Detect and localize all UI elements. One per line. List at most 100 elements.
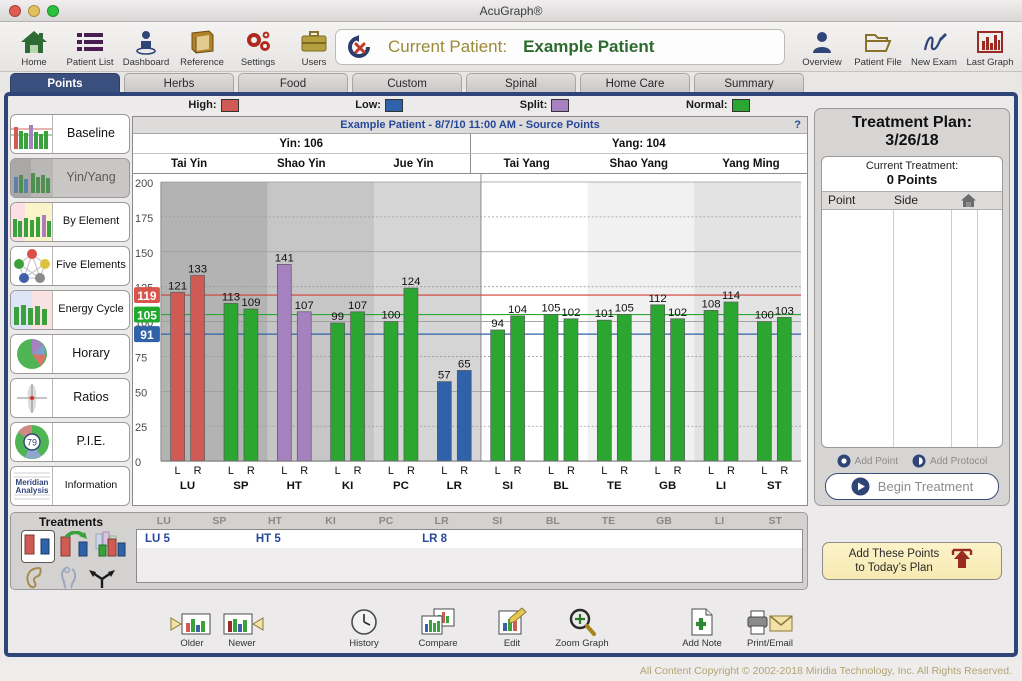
bar-value-label: 105 bbox=[615, 303, 634, 315]
bar-TE-R[interactable] bbox=[616, 314, 632, 462]
bar-BL-L[interactable] bbox=[543, 314, 559, 462]
tab-spinal[interactable]: Spinal bbox=[466, 73, 576, 94]
bar-KI-L[interactable] bbox=[330, 322, 345, 462]
meridian-label-ST: ST bbox=[767, 480, 782, 492]
toolbar-item-home[interactable]: Home bbox=[6, 26, 62, 68]
sidebar-item-baseline[interactable]: Baseline bbox=[10, 114, 130, 154]
bar-SP-L[interactable] bbox=[223, 303, 239, 462]
bar-LR-L[interactable] bbox=[436, 381, 452, 462]
bar-PC-L[interactable] bbox=[383, 321, 399, 462]
treatments-cell: HT 5 bbox=[255, 533, 281, 545]
tab-custom[interactable]: Custom bbox=[352, 73, 462, 94]
sidebar-item-by-element[interactable]: By Element bbox=[10, 202, 130, 242]
add-point-button[interactable]: Add Point bbox=[837, 454, 898, 468]
bottom-button-edit[interactable]: Edit bbox=[482, 607, 542, 649]
bar-GB-L[interactable] bbox=[650, 304, 666, 462]
add-protocol-button[interactable]: Add Protocol bbox=[912, 454, 987, 468]
current-treatment-label: Current Treatment: bbox=[865, 159, 959, 172]
treatment-plan-date: 3/26/18 bbox=[885, 132, 939, 150]
bar-PC-R[interactable] bbox=[403, 287, 419, 462]
tab-food[interactable]: Food bbox=[238, 73, 348, 94]
two-bars-icon[interactable] bbox=[21, 530, 55, 563]
add-these-points-button[interactable]: Add These Points to Today’s Plan bbox=[822, 542, 1002, 580]
spine-icon[interactable] bbox=[54, 566, 82, 595]
bar-LI-L[interactable] bbox=[703, 310, 719, 462]
bottom-button-compare[interactable]: Compare bbox=[408, 607, 468, 649]
balance-arrow-icon[interactable] bbox=[60, 530, 90, 562]
sub-header-tai-yin: Tai Yin bbox=[170, 157, 208, 170]
begin-treatment-button[interactable]: Begin Treatment bbox=[825, 473, 999, 500]
bar-LI-R[interactable] bbox=[723, 301, 739, 462]
bottom-button-newer[interactable]: Newer bbox=[212, 607, 272, 649]
tab-herbs[interactable]: Herbs bbox=[124, 73, 234, 94]
treatment-plan-rows[interactable] bbox=[822, 209, 1002, 447]
current-patient-box[interactable]: Current Patient: Example Patient bbox=[335, 29, 785, 65]
tab-points[interactable]: Points bbox=[10, 73, 120, 94]
toolbar-item-patient-file[interactable]: Patient File bbox=[850, 26, 906, 68]
sidebar-item-yin-yang[interactable]: Yin/Yang bbox=[10, 158, 130, 198]
toolbar-item-reference[interactable]: Reference bbox=[174, 26, 230, 68]
bar-value-label: 112 bbox=[649, 293, 667, 305]
bar-HT-L[interactable] bbox=[276, 263, 292, 462]
bar-ST-L[interactable] bbox=[757, 321, 772, 462]
legend-item-split: Split: bbox=[520, 98, 570, 112]
toolbar-item-users[interactable]: Users bbox=[286, 26, 342, 68]
bar-LU-R[interactable] bbox=[190, 275, 205, 462]
bar-TE-L[interactable] bbox=[597, 319, 612, 462]
sidebar-item-five-elements[interactable]: Five Elements bbox=[10, 246, 130, 286]
multi-bars-icon[interactable] bbox=[95, 531, 129, 562]
pie-thumb: 79 bbox=[11, 423, 53, 461]
bottom-button-print-email[interactable]: Print/Email bbox=[740, 607, 800, 649]
ratios-thumb bbox=[11, 379, 53, 417]
bar-value-label: 113 bbox=[222, 291, 240, 303]
treatments-table[interactable]: LU 5 HT 5 LR 8 bbox=[136, 529, 803, 583]
bar-KI-R[interactable] bbox=[350, 311, 365, 462]
toolbar-item-dashboard[interactable]: Dashboard bbox=[118, 26, 174, 68]
sidebar-item-energy-cycle[interactable]: Energy Cycle bbox=[10, 290, 130, 330]
bottom-button-label: Older bbox=[180, 638, 204, 649]
bottom-button-history[interactable]: History bbox=[334, 607, 394, 649]
toolbar-item-settings[interactable]: Settings bbox=[230, 26, 286, 68]
ear-icon[interactable] bbox=[21, 566, 49, 595]
y-axis-tick-label: 175 bbox=[135, 213, 153, 225]
bar-side-label: R bbox=[460, 465, 468, 477]
bar-ST-R[interactable] bbox=[776, 317, 792, 462]
bar-SI-L[interactable] bbox=[490, 329, 505, 462]
sidebar-item-p-i-e[interactable]: 79 P.I.E. bbox=[10, 422, 130, 462]
meridian-label-KI: KI bbox=[342, 480, 353, 492]
bottom-button-add-note[interactable]: Add Note bbox=[672, 607, 732, 649]
treatments-row[interactable] bbox=[137, 548, 802, 566]
bar-HT-R[interactable] bbox=[296, 311, 312, 462]
sidebar-item-information[interactable]: Meridian Analysis Information bbox=[10, 466, 130, 506]
bar-SP-R[interactable] bbox=[243, 308, 259, 462]
toolbar-item-label: Settings bbox=[240, 56, 276, 68]
branch-icon[interactable] bbox=[87, 566, 117, 595]
sidebar-item-horary[interactable]: Horary bbox=[10, 334, 130, 374]
help-icon[interactable]: ? bbox=[794, 119, 801, 131]
add-points-line1: Add These Points bbox=[848, 547, 940, 560]
bar-GB-R[interactable] bbox=[670, 318, 685, 462]
tab-summary[interactable]: Summary bbox=[694, 73, 804, 94]
bar-LU-L[interactable] bbox=[170, 291, 185, 462]
clear-patient-icon[interactable] bbox=[346, 33, 372, 61]
bar-side-label: R bbox=[514, 465, 522, 477]
bar-LR-R[interactable] bbox=[456, 370, 472, 462]
toolbar-item-overview[interactable]: Overview bbox=[794, 26, 850, 68]
sidebar-item-ratios[interactable]: Ratios bbox=[10, 378, 130, 418]
toolbar-item-new-exam[interactable]: New Exam bbox=[906, 26, 962, 68]
bar-SI-R[interactable] bbox=[510, 315, 525, 462]
newer-graph-icon bbox=[220, 607, 264, 637]
window-titlebar: AcuGraph® bbox=[0, 0, 1022, 22]
bar-side-label: L bbox=[708, 465, 714, 477]
zoom-icon bbox=[567, 607, 597, 637]
fiveelements-thumb bbox=[11, 247, 53, 285]
bar-value-label: 100 bbox=[381, 310, 400, 322]
toolbar-item-patient-list[interactable]: Patient List bbox=[62, 26, 118, 68]
meridian-bar-chart[interactable]: 025507510012515017520011910591121L133RLU… bbox=[133, 174, 807, 505]
home-icon[interactable] bbox=[952, 193, 984, 208]
tab-home-care[interactable]: Home Care bbox=[580, 73, 690, 94]
bar-BL-R[interactable] bbox=[563, 318, 579, 462]
bottom-button-zoom-graph[interactable]: Zoom Graph bbox=[552, 607, 612, 649]
toolbar-item-last-graph[interactable]: Last Graph bbox=[962, 26, 1018, 68]
treatments-row[interactable]: LU 5 HT 5 LR 8 bbox=[137, 530, 802, 548]
